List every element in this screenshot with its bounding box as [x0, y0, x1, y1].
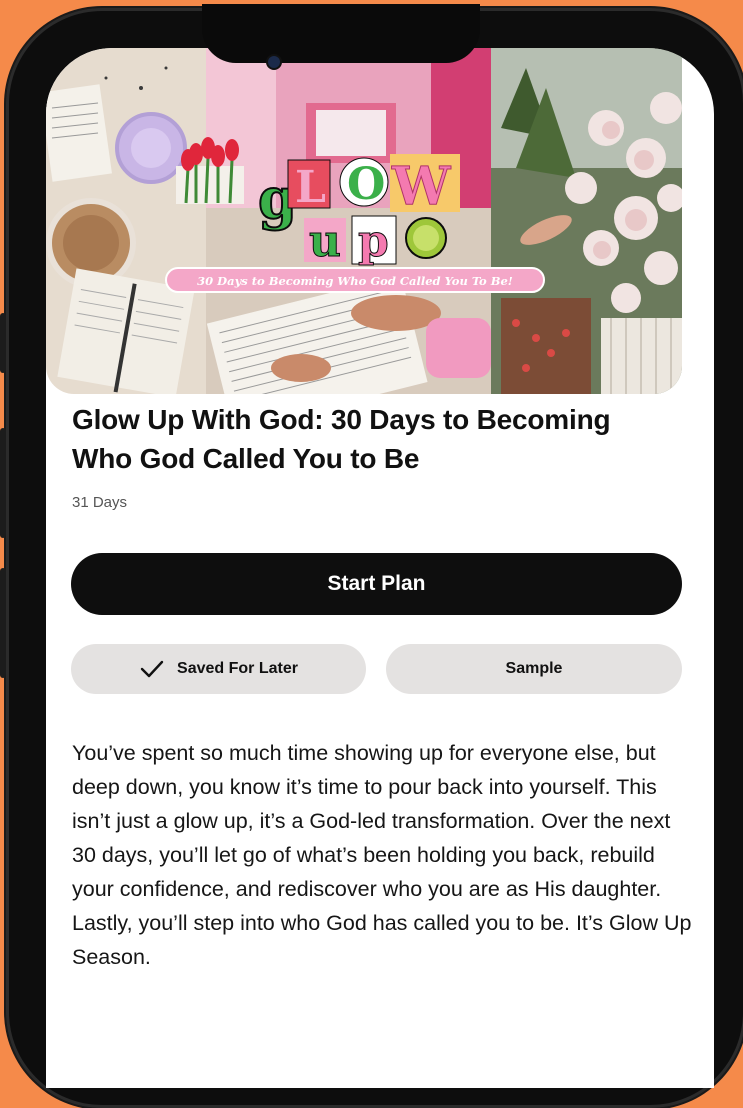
app-screen: g L O W u p 30 Days to Becoming Who God … [46, 48, 714, 1088]
front-camera-icon [268, 56, 280, 68]
svg-text:p: p [358, 216, 389, 267]
phone-side-button [0, 428, 6, 538]
plan-duration: 31 Days [72, 494, 128, 511]
svg-text:L: L [295, 162, 326, 213]
svg-text:O: O [347, 159, 385, 210]
svg-text:W: W [391, 156, 452, 217]
plan-hero-image: g L O W u p 30 Days to Becoming Who God … [46, 48, 682, 394]
saved-for-later-button[interactable]: Saved For Later [71, 644, 366, 694]
start-plan-button[interactable]: Start Plan [71, 553, 682, 615]
plan-title: Glow Up With God: 30 Days to Becoming Wh… [72, 404, 611, 474]
phone-side-button [0, 313, 6, 373]
checkmark-icon [140, 660, 164, 678]
sample-label: Sample [505, 660, 563, 677]
svg-text:u: u [309, 216, 341, 267]
hero-banner-text: 30 Days to Becoming Who God Called You T… [197, 274, 513, 288]
start-plan-label: Start Plan [327, 572, 426, 595]
phone-notch [202, 4, 480, 63]
saved-for-later-label: Saved For Later [177, 660, 298, 677]
phone-side-button [0, 568, 6, 678]
phone-frame: g L O W u p 30 Days to Becoming Who God … [0, 4, 743, 1108]
plan-description: You’ve spent so much time showing up for… [72, 741, 692, 969]
sample-button[interactable]: Sample [386, 644, 682, 694]
